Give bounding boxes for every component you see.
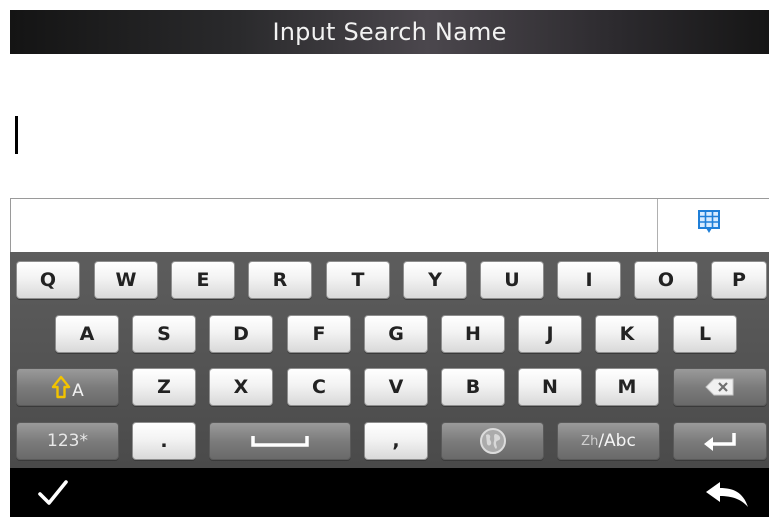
key-n[interactable]: N: [518, 368, 582, 406]
key-r[interactable]: R: [248, 261, 312, 299]
key-z[interactable]: Z: [132, 368, 196, 406]
key-i[interactable]: I: [557, 261, 621, 299]
key-t[interactable]: T: [326, 261, 390, 299]
key-e[interactable]: E: [171, 261, 235, 299]
numbers-key[interactable]: 123*: [16, 422, 119, 460]
key-v[interactable]: V: [364, 368, 428, 406]
key-c[interactable]: C: [287, 368, 351, 406]
enter-icon: [704, 433, 736, 451]
key-o[interactable]: O: [634, 261, 698, 299]
bottom-bar: [10, 468, 769, 517]
page-title: Input Search Name: [272, 18, 507, 46]
grid-icon[interactable]: [698, 210, 720, 234]
back-arrow-icon[interactable]: [705, 480, 749, 508]
enter-key[interactable]: [673, 422, 767, 460]
search-name-input[interactable]: [0, 54, 769, 199]
shift-arrow-icon: [51, 375, 71, 399]
key-g[interactable]: G: [364, 315, 428, 353]
key-k[interactable]: K: [595, 315, 659, 353]
globe-key[interactable]: [441, 422, 544, 460]
key-f[interactable]: F: [287, 315, 351, 353]
key-m[interactable]: M: [595, 368, 659, 406]
key-a[interactable]: A: [55, 315, 119, 353]
key-x[interactable]: X: [209, 368, 273, 406]
backspace-icon: [705, 378, 734, 396]
language-key[interactable]: Zh/Abc: [557, 422, 660, 460]
title-bar: Input Search Name: [10, 10, 769, 54]
candidate-divider: [657, 199, 658, 252]
key-d[interactable]: D: [209, 315, 273, 353]
on-screen-keyboard: Q W E R T Y U I O P A S D F G H J K L A …: [10, 252, 769, 468]
shift-key[interactable]: A: [16, 368, 119, 406]
comma-key[interactable]: ,: [364, 422, 428, 460]
candidate-bar: [10, 198, 769, 252]
check-icon[interactable]: [38, 480, 68, 506]
language-key-abc: /Abc: [598, 431, 636, 451]
key-q[interactable]: Q: [16, 261, 80, 299]
key-p[interactable]: P: [711, 261, 767, 299]
key-u[interactable]: U: [480, 261, 544, 299]
key-w[interactable]: W: [94, 261, 158, 299]
text-cursor: [15, 116, 18, 154]
language-key-zh: Zh: [581, 433, 599, 449]
globe-icon: [479, 428, 506, 454]
key-s[interactable]: S: [132, 315, 196, 353]
space-icon: [251, 436, 309, 447]
period-key[interactable]: .: [132, 422, 196, 460]
key-b[interactable]: B: [441, 368, 505, 406]
space-key[interactable]: [209, 422, 351, 460]
key-h[interactable]: H: [441, 315, 505, 353]
key-l[interactable]: L: [673, 315, 737, 353]
key-j[interactable]: J: [518, 315, 582, 353]
backspace-key[interactable]: [673, 368, 767, 406]
key-y[interactable]: Y: [403, 261, 467, 299]
shift-key-label: A: [72, 381, 84, 401]
